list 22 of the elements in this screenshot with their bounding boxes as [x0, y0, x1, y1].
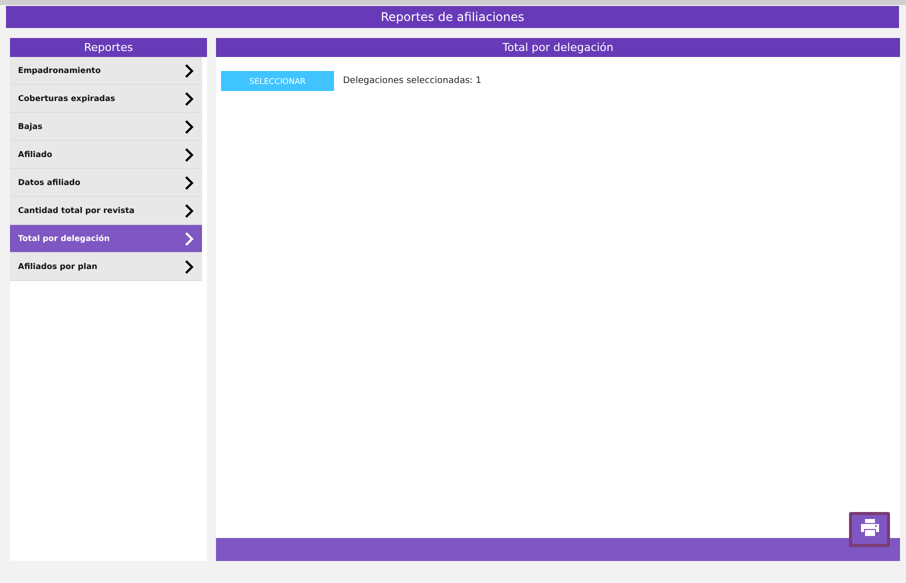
page-title: Reportes de afiliaciones [6, 6, 899, 28]
printer-icon [860, 519, 880, 537]
sidebar-title: Reportes [10, 38, 207, 57]
chevron-right-icon [184, 148, 194, 162]
menu-item[interactable]: Coberturas expiradas [10, 85, 202, 113]
menu-item[interactable]: Afiliado [10, 141, 202, 169]
menu-item[interactable]: Cantidad total por revista [10, 197, 202, 225]
chevron-right-icon [184, 92, 194, 106]
print-button[interactable] [849, 512, 890, 547]
menu-item[interactable]: Bajas [10, 113, 202, 141]
menu-item[interactable]: Datos afiliado [10, 169, 202, 197]
chevron-right-icon [184, 204, 194, 218]
chevron-right-icon [184, 120, 194, 134]
selection-status: Delegaciones seleccionadas: 1 [343, 76, 482, 86]
chevron-right-icon [184, 232, 194, 246]
menu-item[interactable]: Empadronamiento [10, 57, 202, 85]
menu-item[interactable]: Total por delegación [10, 225, 202, 253]
menu-item[interactable]: Afiliados por plan [10, 253, 202, 281]
chevron-right-icon [184, 64, 194, 78]
chevron-right-icon [184, 176, 194, 190]
chevron-right-icon [184, 260, 194, 274]
panel-title: Total por delegación [216, 38, 900, 57]
